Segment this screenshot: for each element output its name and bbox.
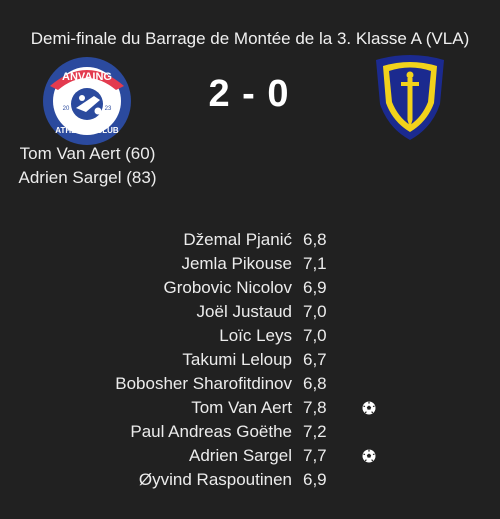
player-name: Adrien Sargel [188,446,292,465]
anvaing-athletic-club-crest-icon[interactable]: ANVAING 20 23 ATHLETIC CLUB [42,56,132,146]
player-rating: 6,7 [303,350,327,369]
soccer-ball-icon [362,449,376,463]
crest-bottom-text: ATHLETIC CLUB [55,126,119,135]
player-name: Grobovic Nicolov [163,278,293,297]
player-rating-row: Džemal Pjanić 6,8 [0,228,500,252]
player-name: Joël Justaud [196,302,292,321]
goal-scorer: Tom Van Aert (60) [19,144,156,163]
player-name: Paul Andreas Goëthe [130,422,292,441]
player-rating-row: Tom Van Aert 7,8 [0,396,500,420]
match-title: Demi-finale du Barrage de Montée de la 3… [30,29,470,48]
shield-sword-crest-icon[interactable] [372,54,448,142]
crest-top-text: ANVAING [62,71,112,83]
player-name: Džemal Pjanić [183,230,292,249]
player-rating: 7,0 [303,326,327,345]
player-name: Loïc Leys [219,326,292,345]
goal-scorers-list: Tom Van Aert (60) Adrien Sargel (83) [0,142,175,190]
player-rating-row: Joël Justaud 7,0 [0,300,500,324]
player-name: Øyvind Raspoutinen [138,470,292,489]
player-rating: 7,1 [303,254,327,273]
player-rating-row: Øyvind Raspoutinen 6,9 [0,468,500,492]
soccer-ball-icon [362,401,376,415]
player-name: Takumi Leloup [182,350,292,369]
player-ratings-list: Džemal Pjanić 6,8 Jemla Pikouse 7,1 Grob… [0,228,500,492]
player-rating: 7,8 [303,398,327,417]
player-rating: 6,8 [303,374,327,393]
player-rating-row: Grobovic Nicolov 6,9 [0,276,500,300]
player-rating-row: Takumi Leloup 6,7 [0,348,500,372]
player-rating: 7,0 [303,302,327,321]
player-rating: 6,9 [303,470,327,489]
player-name: Tom Van Aert [191,398,292,417]
player-rating-row: Loïc Leys 7,0 [0,324,500,348]
match-score: 2 - 0 [208,73,290,115]
player-rating-row: Jemla Pikouse 7,1 [0,252,500,276]
crest-year-left: 20 [63,106,70,112]
player-rating-row: Adrien Sargel 7,7 [0,444,500,468]
player-rating: 6,8 [303,230,327,249]
player-rating-row: Bobosher Sharofitdinov 6,8 [0,372,500,396]
player-name: Jemla Pikouse [181,254,292,273]
player-rating: 7,2 [303,422,327,441]
player-rating: 7,7 [303,446,327,465]
player-rating-row: Paul Andreas Goëthe 7,2 [0,420,500,444]
player-rating: 6,9 [303,278,327,297]
crest-year-right: 23 [105,106,112,112]
goal-scorer: Adrien Sargel (83) [18,168,157,187]
player-name: Bobosher Sharofitdinov [115,374,292,393]
